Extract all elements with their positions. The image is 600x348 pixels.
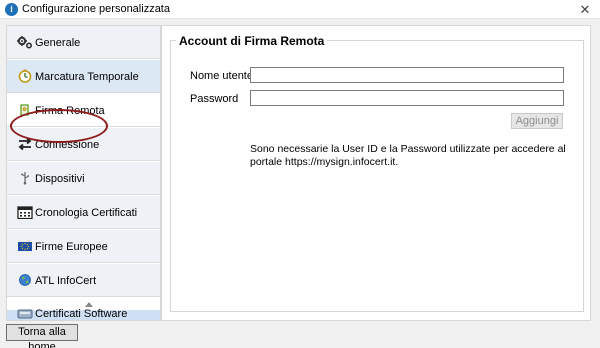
sidebar-item-label: Certificati Software [35, 308, 128, 320]
sidebar-item-cronologia-certificati[interactable]: Cronologia Certificati [7, 196, 160, 229]
sidebar-item-firme-europee[interactable]: Firme Europee [7, 230, 160, 263]
sidebar-item-label: Dispositivi [35, 173, 85, 185]
close-button[interactable]: ✕ [570, 0, 600, 19]
username-label: Nome utente [190, 70, 253, 82]
connection-arrows-icon [18, 137, 32, 151]
sidebar-item-label: Cronologia Certificati [35, 207, 138, 219]
timestamp-clock-icon [18, 69, 32, 83]
sidebar: Generale Marcatura Temporale Firma Remot… [6, 25, 161, 321]
software-certificate-icon [17, 309, 33, 319]
home-button[interactable]: Torna alla home [6, 324, 78, 348]
calendar-icon [17, 206, 33, 219]
sidebar-item-label: Generale [35, 37, 81, 49]
password-label: Password [190, 93, 239, 105]
window-title: Configurazione personalizzata [22, 3, 170, 15]
remote-signature-icon [20, 104, 29, 116]
sidebar-item-marcatura-temporale[interactable]: Marcatura Temporale [7, 60, 160, 93]
sidebar-item-generale[interactable]: Generale [7, 26, 160, 59]
content-panel: Account di Firma Remota Nome utente Pass… [161, 25, 591, 321]
add-button[interactable]: Aggiungi [511, 113, 563, 129]
section-title: Account di Firma Remota [176, 34, 328, 48]
title-bar: i Configurazione personalizzata ✕ [0, 0, 600, 19]
usb-icon [21, 172, 30, 185]
app-logo-icon: i [5, 3, 18, 16]
sidebar-item-label: Firma Remota [35, 105, 105, 117]
gears-icon [17, 36, 33, 49]
sidebar-item-connessione[interactable]: Connessione [7, 128, 160, 161]
eu-flag-icon [18, 242, 32, 251]
sidebar-item-label: Firme Europee [35, 241, 108, 253]
info-text: Sono necessarie la User ID e la Password… [250, 143, 566, 168]
sidebar-item-dispositivi[interactable]: Dispositivi [7, 162, 160, 195]
sidebar-item-label: Marcatura Temporale [35, 71, 139, 83]
sidebar-item-atl-infocert[interactable]: ATL InfoCert [7, 264, 160, 297]
sidebar-item-certificati-software[interactable]: Certificati Software [7, 307, 160, 320]
scroll-up-arrow-icon[interactable] [85, 302, 93, 307]
sidebar-item-firma-remota[interactable]: Firma Remota [7, 94, 160, 127]
sidebar-item-label: ATL InfoCert [35, 275, 97, 287]
sidebar-item-label: Connessione [35, 139, 100, 151]
username-field[interactable] [250, 67, 564, 83]
password-field[interactable] [250, 90, 564, 106]
globe-icon [19, 274, 31, 286]
